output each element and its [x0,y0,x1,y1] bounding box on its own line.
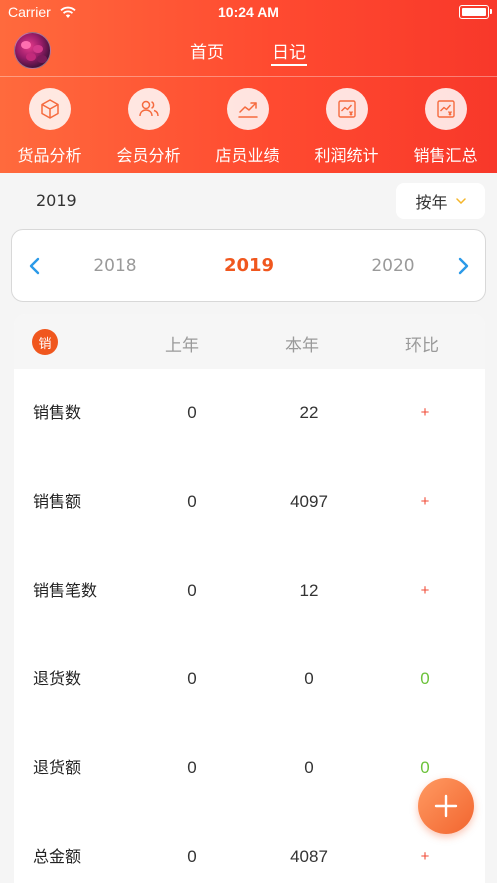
quick-label: 店员业绩 [215,146,280,165]
quick-goods-analysis[interactable]: 货品分析 [0,88,99,166]
column-header-this-year: 本年 [285,336,319,356]
quick-label: 销售汇总 [413,146,478,165]
box-icon [28,88,71,130]
tab-home[interactable]: 首页 [190,38,224,63]
year-option-next[interactable]: 2020 [353,256,433,276]
cell-ratio: 0 [420,669,430,688]
cell-last-year: 0 [187,492,197,511]
column-header-last-year: 上年 [165,336,199,356]
row-label: 销售数 [33,403,82,422]
avatar[interactable] [14,32,51,69]
period-mode-select[interactable]: 按年 [396,183,485,219]
table-row: 销售数 0 22 + [14,369,485,457]
table-row: 销售额 0 4097 + [14,458,485,546]
period-mode-value: 按年 [415,193,448,212]
plus-icon [434,794,458,818]
cell-last-year: 0 [187,403,197,422]
cell-last-year: 0 [187,847,197,866]
cell-this-year: 4097 [290,492,328,511]
table-header: 销 上年 本年 环比 [14,314,485,369]
row-label: 销售额 [33,492,82,511]
tab-diary[interactable]: 日记 [272,38,306,63]
quick-member-analysis[interactable]: 会员分析 [99,88,198,166]
app-header: Carrier 10:24 AM 首页 日记 货品分析 会员分析 店员业绩 利润… [0,0,497,173]
column-header-ratio: 环比 [405,336,439,356]
trend-icon [226,88,269,130]
tab-active-indicator [271,64,307,66]
status-bar: Carrier 10:24 AM [0,0,497,26]
selected-year-label: 2019 [36,191,77,210]
status-time: 10:24 AM [218,4,279,20]
table-row: 总金额 0 4087 + [14,813,485,883]
table-row: 退货额 0 0 0 [14,724,485,812]
quick-profit-stats[interactable]: 利润统计 [297,88,396,166]
chevron-left-icon[interactable] [28,257,42,275]
quick-label: 货品分析 [17,146,82,165]
cell-this-year: 22 [299,403,319,422]
year-option-prev[interactable]: 2018 [75,256,155,276]
cell-last-year: 0 [187,669,197,688]
row-label: 退货数 [33,669,82,688]
cell-this-year: 4087 [290,847,328,866]
cell-ratio: + [420,582,430,599]
header-divider [0,76,497,77]
quick-label: 会员分析 [116,146,181,165]
cell-this-year: 0 [304,758,314,777]
sales-badge: 销 [32,329,58,355]
year-option-current[interactable]: 2019 [209,255,289,276]
chevron-down-icon [455,198,466,204]
cell-this-year: 12 [299,581,319,600]
sales-stats-card: 销 上年 本年 环比 销售数 0 22 + 销售额 0 4097 + 销售笔数 … [14,314,485,883]
sales-chart-icon [424,88,467,130]
cell-ratio: + [420,493,430,510]
row-label: 销售笔数 [33,581,98,600]
chevron-right-icon[interactable] [456,257,470,275]
table-row: 销售笔数 0 12 + [14,547,485,635]
users-icon [127,88,170,130]
add-button[interactable] [418,778,474,834]
quick-sales-summary[interactable]: 销售汇总 [396,88,495,166]
cell-last-year: 0 [187,581,197,600]
quick-staff-performance[interactable]: 店员业绩 [198,88,297,166]
quick-label: 利润统计 [314,146,379,165]
row-label: 总金额 [33,847,82,866]
year-picker: 2018 2019 2020 [11,229,486,302]
cell-ratio: + [420,404,430,421]
battery-icon [459,5,492,19]
profit-chart-icon [325,88,368,130]
cell-last-year: 0 [187,758,197,777]
row-label: 退货额 [33,758,82,777]
cell-this-year: 0 [304,669,314,688]
table-row: 退货数 0 0 0 [14,635,485,723]
